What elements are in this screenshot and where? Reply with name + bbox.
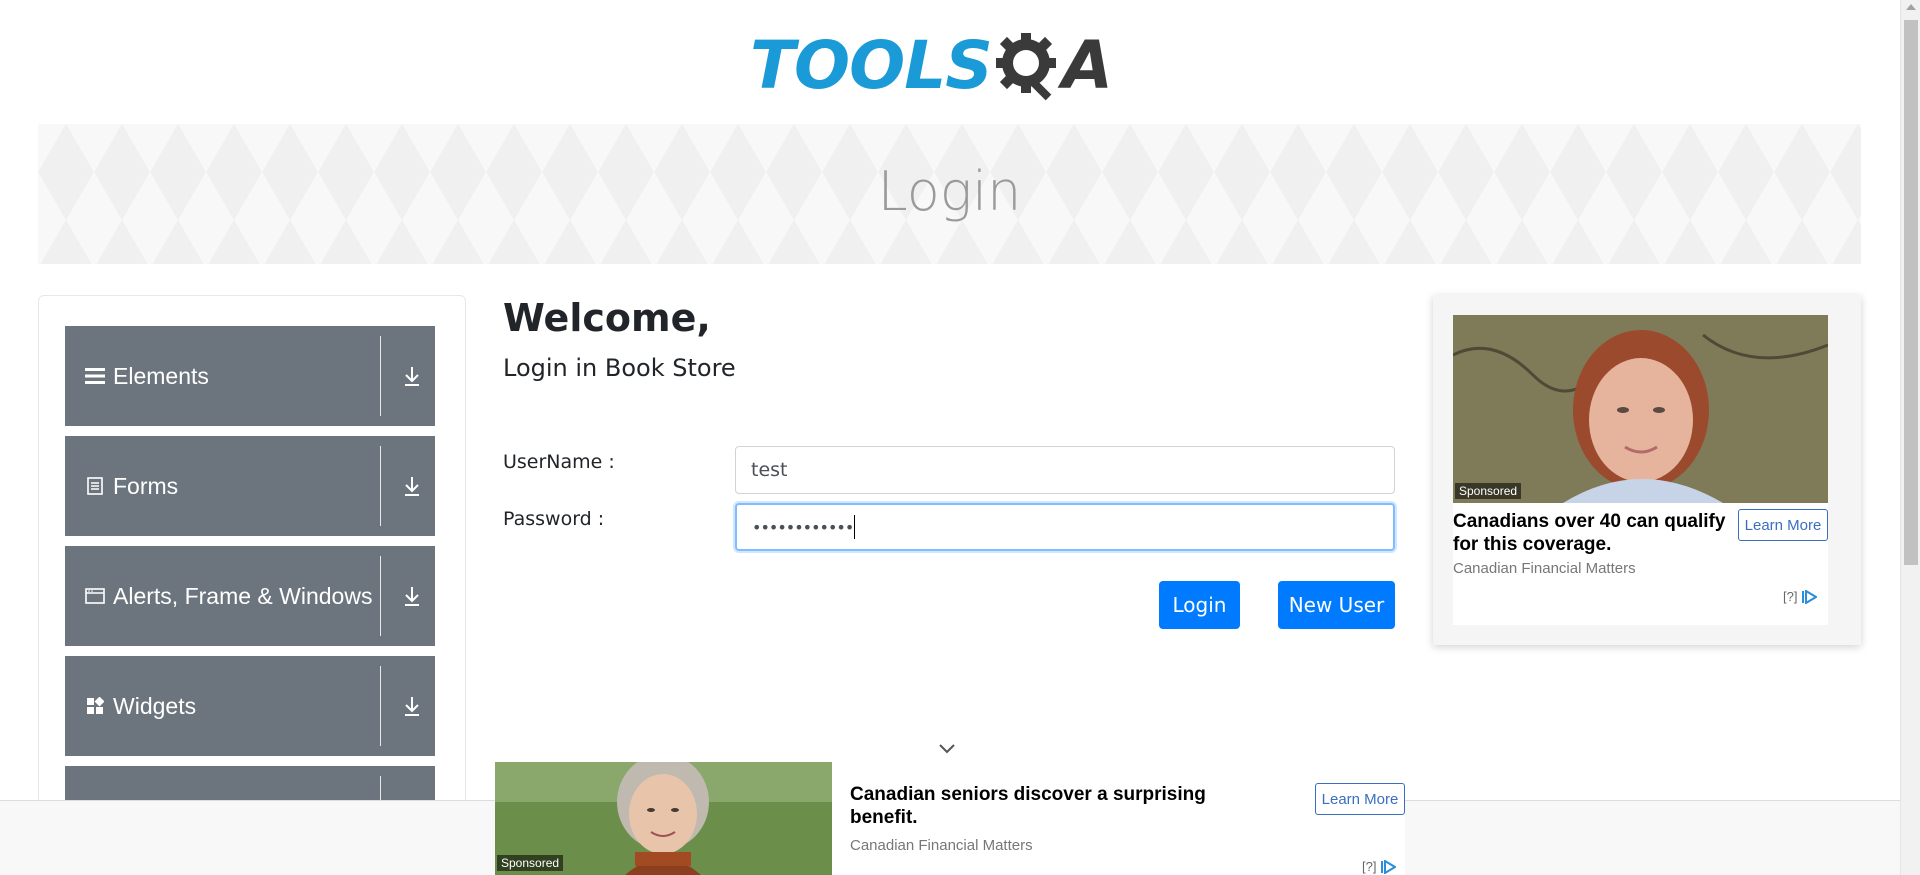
nav-group-alerts-frame-windows[interactable]: Alerts, Frame & Windows — [65, 546, 435, 646]
nav-group-widgets[interactable]: Widgets — [65, 656, 435, 756]
password-masked-value: •••••••••••• — [752, 517, 854, 537]
sidebar-ad-card[interactable]: Sponsored Canadians over 40 can qualify … — [1453, 315, 1828, 625]
ad-help-label: [?] — [1362, 859, 1377, 874]
welcome-heading: Welcome, — [503, 296, 711, 340]
chevron-down-icon[interactable] — [937, 742, 957, 756]
ad-source: Canadian Financial Matters — [850, 837, 1033, 854]
nav-group-label: Elements — [113, 362, 209, 389]
left-nav-panel: Elements Forms Alerts, Frame & Windows W… — [38, 295, 466, 815]
ad-headline[interactable]: Canadians over 40 can qualify for this c… — [1453, 511, 1733, 557]
username-label: UserName : — [503, 451, 615, 473]
bottom-ad[interactable]: Sponsored Canadian seniors discover a su… — [495, 762, 1405, 875]
logo-text-a: A — [1061, 27, 1113, 104]
nav-divider — [380, 666, 381, 746]
sponsored-tag: Sponsored — [497, 855, 564, 871]
learn-more-button[interactable]: Learn More — [1315, 783, 1405, 815]
ad-info[interactable]: [?] — [1783, 589, 1818, 604]
ad-photo-woman[interactable]: Sponsored — [1453, 315, 1828, 503]
password-label: Password : — [503, 508, 605, 530]
nav-group-forms[interactable]: Forms — [65, 436, 435, 536]
scroll-up-arrow-icon[interactable] — [1906, 4, 1916, 10]
header: TOOLS A — [0, 0, 1900, 120]
vertical-scrollbar[interactable] — [1900, 0, 1920, 875]
sponsored-tag: Sponsored — [1455, 483, 1522, 499]
ad-info[interactable]: [?] — [1362, 859, 1397, 874]
download-arrow-icon[interactable] — [402, 474, 422, 498]
sidebar-ad[interactable]: Sponsored Canadians over 40 can qualify … — [1433, 295, 1861, 645]
hamburger-icon — [85, 366, 105, 386]
nav-group-label: Forms — [113, 472, 179, 499]
window-icon — [85, 586, 105, 606]
password-input[interactable]: •••••••••••• — [735, 503, 1395, 551]
login-button[interactable]: Login — [1159, 581, 1240, 629]
download-arrow-icon[interactable] — [402, 694, 422, 718]
adchoices-icon — [1802, 589, 1818, 604]
toolsqa-logo[interactable]: TOOLS A — [750, 18, 1155, 113]
adchoices-icon — [1381, 859, 1397, 874]
download-arrow-icon[interactable] — [402, 364, 422, 388]
username-value: test — [751, 459, 788, 481]
document-icon — [85, 476, 105, 496]
widgets-icon — [85, 696, 105, 716]
logo-text-tools: TOOLS — [750, 27, 993, 104]
ad-source: Canadian Financial Matters — [1453, 560, 1636, 577]
page-banner: Login — [38, 124, 1861, 264]
download-arrow-icon[interactable] — [402, 584, 422, 608]
login-subtitle: Login in Book Store — [503, 354, 736, 382]
new-user-button[interactable]: New User — [1278, 581, 1395, 629]
ad-help-label: [?] — [1783, 589, 1798, 604]
gear-magnifier-icon — [995, 32, 1056, 100]
nav-group-elements[interactable]: Elements — [65, 326, 435, 426]
nav-group-label: Alerts, Frame & Windows — [113, 582, 373, 609]
nav-divider — [380, 556, 381, 636]
text-caret — [854, 515, 856, 539]
nav-divider — [380, 336, 381, 416]
ad-headline[interactable]: Canadian seniors discover a surprising b… — [850, 784, 1250, 830]
nav-group-label: Widgets — [113, 692, 197, 719]
scrollbar-thumb[interactable] — [1904, 20, 1918, 565]
nav-divider — [380, 446, 381, 526]
username-input[interactable]: test — [735, 446, 1395, 494]
ad-photo-senior-woman[interactable]: Sponsored — [495, 762, 832, 875]
learn-more-button[interactable]: Learn More — [1738, 509, 1828, 541]
page-title: Login — [877, 160, 1022, 223]
